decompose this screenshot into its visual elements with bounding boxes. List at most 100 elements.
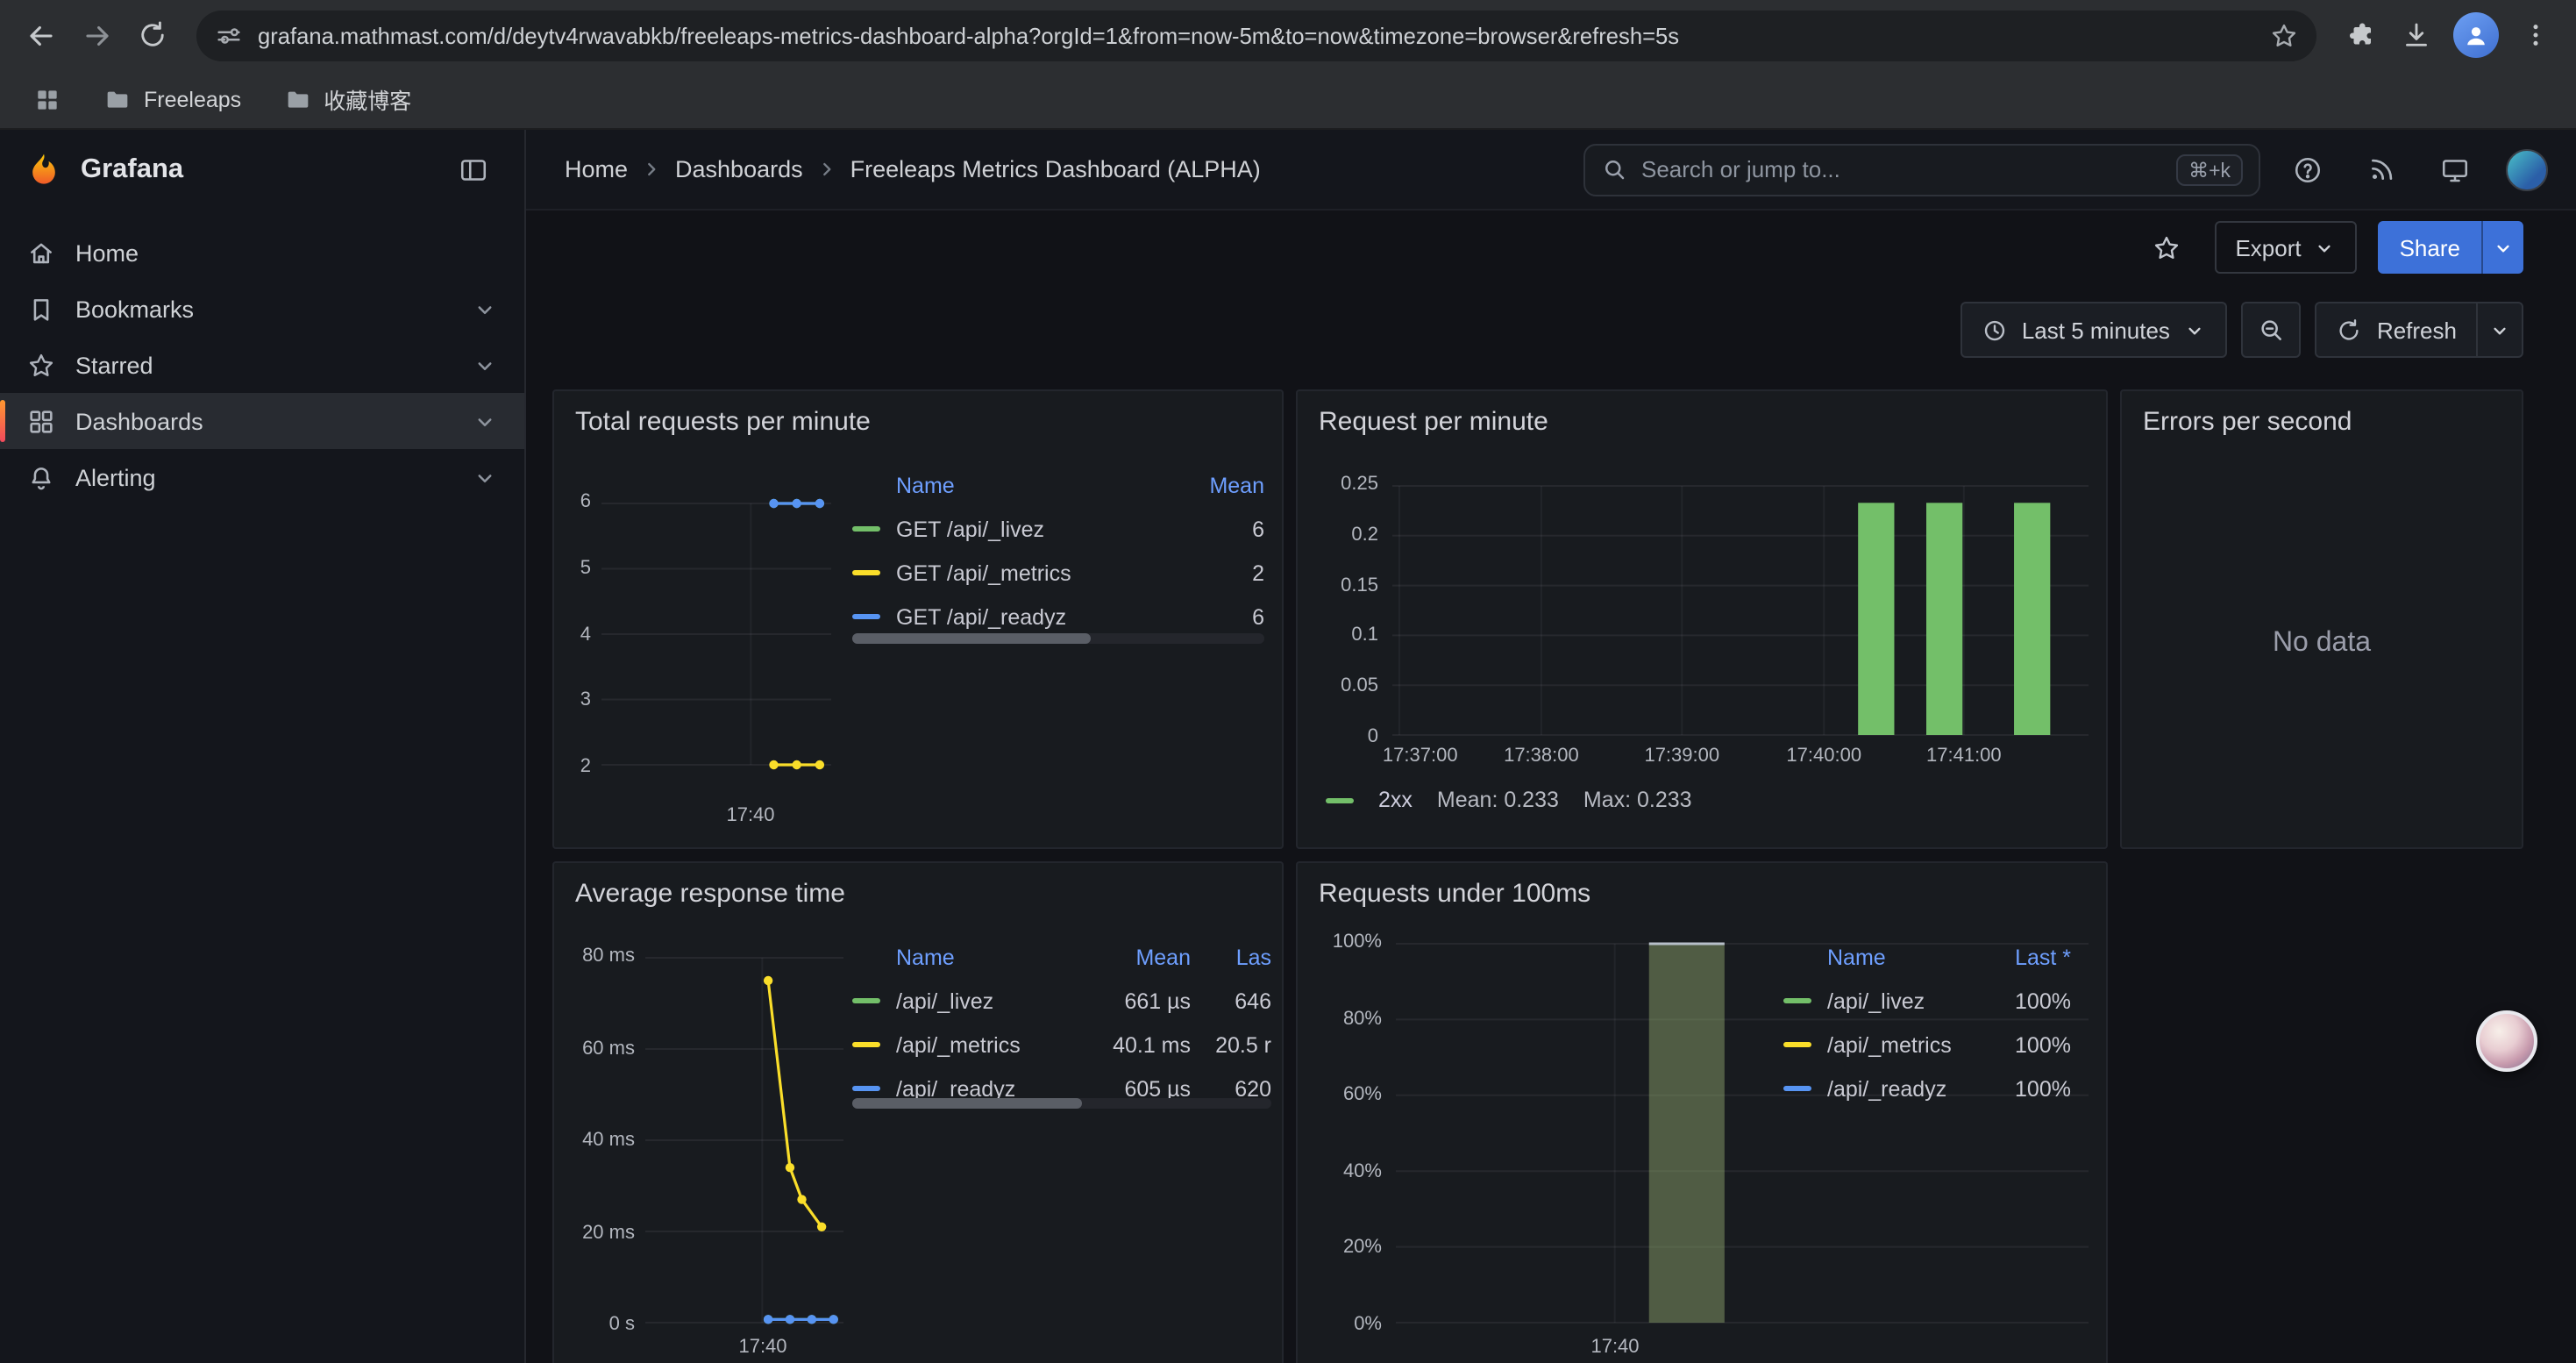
panel-total-requests[interactable]: Total requests per minute 6 5 4 3 2 17:4… xyxy=(552,389,1284,849)
sidebar-item-alerting[interactable]: Alerting xyxy=(0,449,524,505)
sidebar-item-starred[interactable]: Starred xyxy=(0,337,524,393)
browser-profile-avatar[interactable] xyxy=(2453,12,2499,58)
breadcrumb-home[interactable]: Home xyxy=(565,156,628,182)
y-tick: 0.1 xyxy=(1351,625,1378,646)
panel-request-per-minute[interactable]: Request per minute 0.25 0.2 0.15 0.1 0.0… xyxy=(1296,389,2108,849)
series-color-dash xyxy=(1326,797,1354,803)
apps-grid-icon[interactable] xyxy=(21,80,74,118)
sidebar-header: Grafana xyxy=(0,130,524,211)
address-bar[interactable]: grafana.mathmast.com/d/deytv4rwavabkb/fr… xyxy=(196,10,2316,61)
share-dropdown-button[interactable] xyxy=(2481,221,2523,274)
series-last: 100% xyxy=(1983,1032,2071,1057)
legend-row[interactable]: /api/_metrics 100% xyxy=(1783,1023,2071,1067)
search-input[interactable]: Search or jump to... ⌘+k xyxy=(1583,143,2260,196)
panel-average-response-time[interactable]: Average response time 80 ms 60 ms 40 ms … xyxy=(552,861,1284,1363)
average-response-time-chart xyxy=(645,958,843,1323)
series-name[interactable]: 2xx xyxy=(1378,788,1413,812)
legend-row[interactable]: GET /api/_readyz 6 xyxy=(852,595,1264,639)
legend-col-name[interactable]: Name xyxy=(896,946,1082,970)
sidebar: Grafana Home Bookmarks Starred xyxy=(0,130,526,1363)
series-name: GET /api/_readyz xyxy=(896,604,1173,629)
y-tick: 40% xyxy=(1343,1161,1382,1182)
panel-title[interactable]: Errors per second xyxy=(2143,407,2352,437)
y-tick: 4 xyxy=(580,624,591,645)
help-icon[interactable] xyxy=(2281,143,2334,196)
reload-button[interactable] xyxy=(126,9,179,61)
bookmark-folder-freeleaps[interactable]: Freeleaps xyxy=(91,80,253,118)
series-color-dash xyxy=(852,1042,880,1047)
grafana-logo[interactable] xyxy=(25,151,63,189)
y-tick: 40 ms xyxy=(582,1130,635,1151)
series-name: GET /api/_livez xyxy=(896,517,1173,541)
x-tick: 17:40:00 xyxy=(1786,746,1861,767)
x-tick: 17:40 xyxy=(738,1337,786,1358)
refresh-icon xyxy=(2337,317,2363,343)
y-axis: 80 ms 60 ms 40 ms 20 ms 0 s xyxy=(554,946,635,1335)
series-mean: 2 xyxy=(1173,560,1264,585)
legend-col-name[interactable]: Name xyxy=(896,474,1173,498)
refresh-interval-dropdown[interactable] xyxy=(2478,302,2523,358)
assistant-avatar[interactable] xyxy=(2476,1010,2537,1072)
clock-icon xyxy=(1982,317,2008,343)
legend-col-last[interactable]: Last * xyxy=(1983,946,2071,970)
chevron-down-icon[interactable] xyxy=(472,352,498,378)
display-icon[interactable] xyxy=(2429,143,2481,196)
x-tick: 17:40 xyxy=(726,805,774,826)
legend-row[interactable]: /api/_livez 100% xyxy=(1783,979,2071,1023)
y-tick: 80% xyxy=(1343,1008,1382,1029)
share-button[interactable]: Share xyxy=(2379,221,2481,274)
legend-col-mean[interactable]: Mean xyxy=(1082,946,1191,970)
browser-menu-icon[interactable] xyxy=(2509,9,2562,61)
legend-row[interactable]: /api/_livez 661 µs 646 xyxy=(852,979,1271,1023)
series-name: /api/_livez xyxy=(896,988,1082,1013)
panel-requests-under-100ms[interactable]: Requests under 100ms 100% 80% 60% 40% 20… xyxy=(1296,861,2108,1363)
y-tick: 80 ms xyxy=(582,946,635,967)
news-rss-icon[interactable] xyxy=(2355,143,2408,196)
series-color-dash xyxy=(1783,1042,1811,1047)
panel-title[interactable]: Requests under 100ms xyxy=(1319,879,1590,909)
panel-title[interactable]: Average response time xyxy=(575,879,845,909)
url-text[interactable]: grafana.mathmast.com/d/deytv4rwavabkb/fr… xyxy=(258,22,2255,48)
breadcrumb-dashboards[interactable]: Dashboards xyxy=(675,156,803,182)
panel-title[interactable]: Total requests per minute xyxy=(575,407,871,437)
dock-menu-icon[interactable] xyxy=(447,144,500,196)
legend-scrollbar[interactable] xyxy=(852,1098,1271,1109)
sidebar-item-bookmarks[interactable]: Bookmarks xyxy=(0,281,524,337)
sidebar-item-home[interactable]: Home xyxy=(0,225,524,281)
user-avatar[interactable] xyxy=(2506,148,2548,190)
series-mean: 6 xyxy=(1173,604,1264,629)
chevron-down-icon[interactable] xyxy=(472,464,498,490)
legend-col-mean[interactable]: Mean xyxy=(1173,474,1264,498)
legend-row[interactable]: GET /api/_livez 6 xyxy=(852,507,1264,551)
main-area: Home Dashboards Freeleaps Metrics Dashbo… xyxy=(526,130,2576,1363)
legend-col-name[interactable]: Name xyxy=(1827,946,1983,970)
forward-button[interactable] xyxy=(70,9,123,61)
export-button[interactable]: Export xyxy=(2214,221,2357,274)
legend-row[interactable]: /api/_readyz 100% xyxy=(1783,1067,2071,1110)
panel-title[interactable]: Request per minute xyxy=(1319,407,1548,437)
y-tick: 0 s xyxy=(609,1314,635,1335)
legend-scrollbar[interactable] xyxy=(852,633,1264,644)
legend-row[interactable]: GET /api/_metrics 2 xyxy=(852,551,1264,595)
sidebar-item-dashboards[interactable]: Dashboards xyxy=(0,393,524,449)
panel-grid: Total requests per minute 6 5 4 3 2 17:4… xyxy=(526,284,2576,1363)
site-settings-icon[interactable] xyxy=(214,20,244,50)
legend-header: Name Mean xyxy=(852,465,1264,507)
chevron-down-icon[interactable] xyxy=(472,408,498,434)
y-tick: 0 xyxy=(1368,726,1378,747)
panel-errors-per-second[interactable]: Errors per second No data xyxy=(2120,389,2523,849)
downloads-icon[interactable] xyxy=(2390,9,2443,61)
chevron-down-icon[interactable] xyxy=(472,296,498,322)
y-tick: 2 xyxy=(580,756,591,777)
legend-row[interactable]: /api/_metrics 40.1 ms 20.5 r xyxy=(852,1023,1271,1067)
legend-col-last[interactable]: Las xyxy=(1191,946,1271,970)
bookmark-star-icon[interactable] xyxy=(2269,20,2299,50)
extensions-icon[interactable] xyxy=(2334,9,2387,61)
zoom-out-button[interactable] xyxy=(2242,302,2302,358)
series-name: /api/_readyz xyxy=(896,1076,1082,1101)
bookmark-folder-blog[interactable]: 收藏博客 xyxy=(271,77,423,121)
favorite-star-icon[interactable] xyxy=(2140,221,2193,274)
refresh-button[interactable]: Refresh xyxy=(2316,302,2478,358)
time-range-picker[interactable]: Last 5 minutes xyxy=(1960,302,2228,358)
back-button[interactable] xyxy=(14,9,67,61)
